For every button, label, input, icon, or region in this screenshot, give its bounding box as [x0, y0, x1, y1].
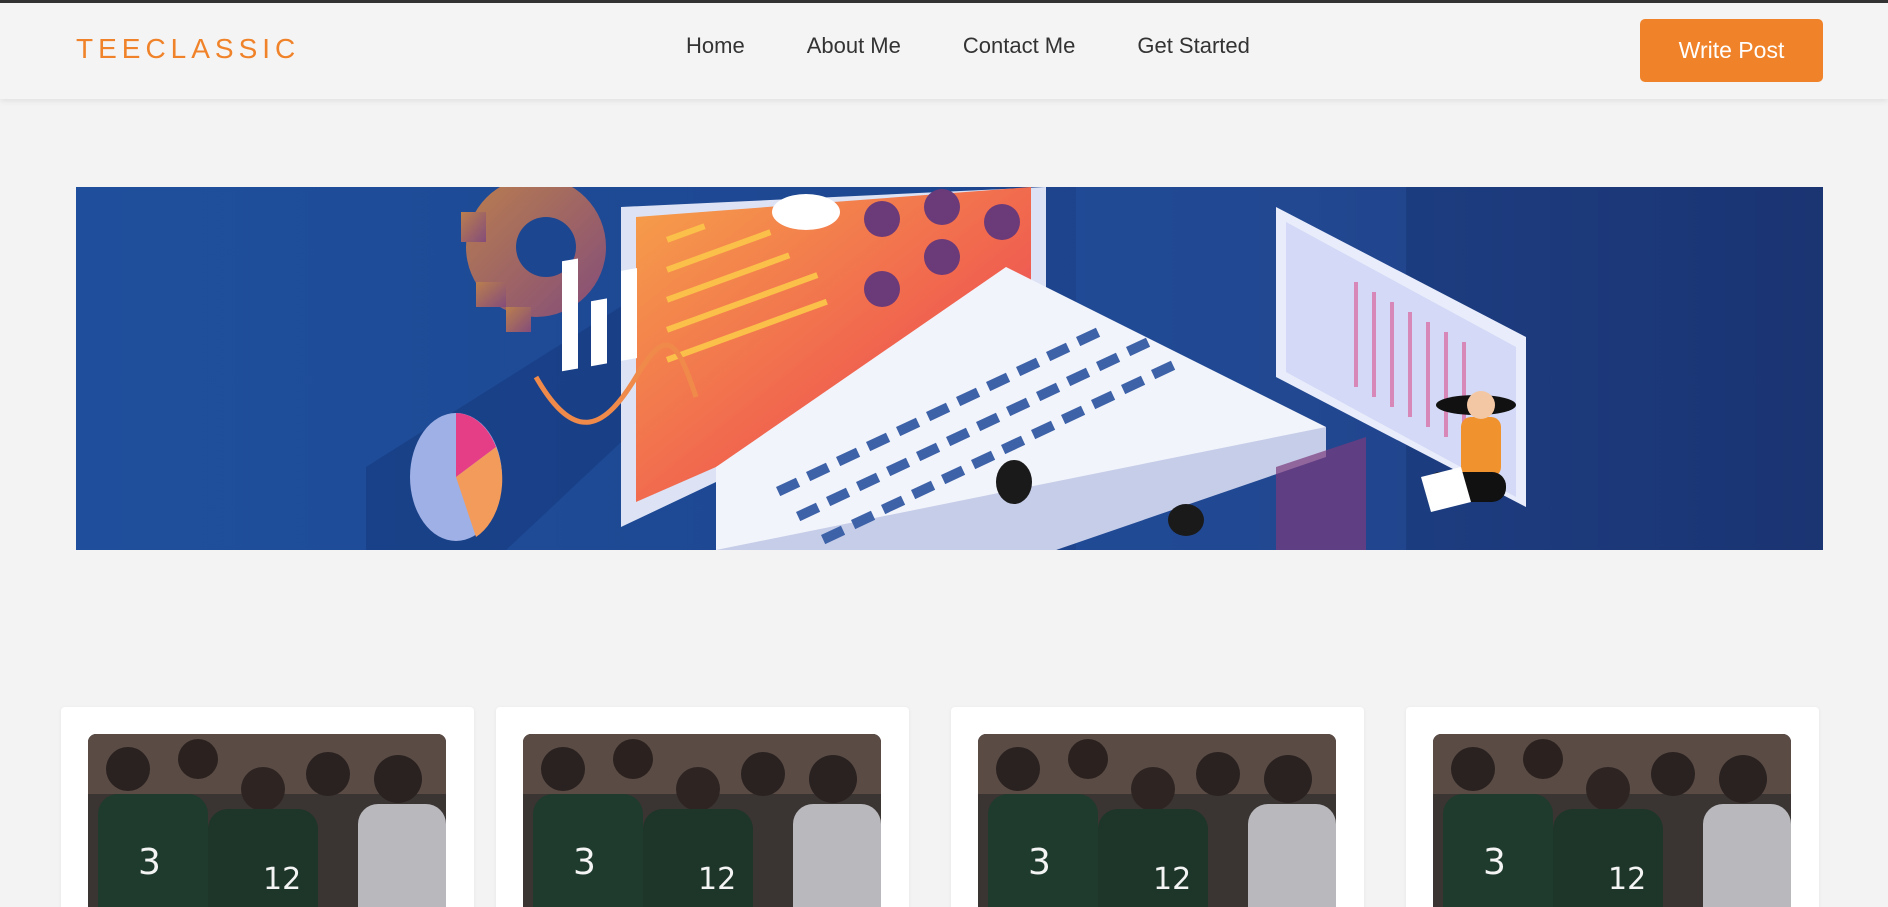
- nav-get-started[interactable]: Get Started: [1137, 33, 1250, 59]
- post-image[interactable]: 3 12: [523, 734, 881, 907]
- team-huddle-photo-icon: 3 12: [978, 734, 1336, 907]
- svg-text:12: 12: [1608, 862, 1646, 897]
- post-image[interactable]: 3 12: [978, 734, 1336, 907]
- svg-text:3: 3: [138, 842, 161, 883]
- svg-text:12: 12: [263, 862, 301, 897]
- post-image[interactable]: 3 12: [1433, 734, 1791, 907]
- laptop-analytics-illustration-icon: [76, 187, 1823, 550]
- write-post-button[interactable]: Write Post: [1640, 19, 1823, 82]
- pie-shape: [410, 413, 503, 541]
- team-huddle-photo-icon: 3 12: [88, 734, 446, 907]
- nav-contact-me[interactable]: Contact Me: [963, 33, 1076, 59]
- team-huddle-photo-icon: 3 12: [1433, 734, 1791, 907]
- post-card[interactable]: 3 12: [951, 707, 1364, 907]
- post-card[interactable]: 3 12: [496, 707, 909, 907]
- svg-text:3: 3: [1028, 842, 1051, 883]
- svg-text:3: 3: [573, 842, 596, 883]
- post-card[interactable]: 3 12: [1406, 707, 1819, 907]
- main-nav: Home About Me Contact Me Get Started: [686, 33, 1312, 59]
- team-huddle-photo-icon: 3 12: [523, 734, 881, 907]
- post-image[interactable]: 3 12: [88, 734, 446, 907]
- site-logo[interactable]: TEECLASSIC: [76, 33, 300, 65]
- site-header: TEECLASSIC Home About Me Contact Me Get …: [0, 3, 1888, 99]
- svg-text:12: 12: [1153, 862, 1191, 897]
- hero-banner: [76, 187, 1823, 550]
- nav-home[interactable]: Home: [686, 33, 745, 59]
- svg-text:3: 3: [1483, 842, 1506, 883]
- nav-about-me[interactable]: About Me: [807, 33, 901, 59]
- post-card[interactable]: 3 12: [61, 707, 474, 907]
- svg-text:12: 12: [698, 862, 736, 897]
